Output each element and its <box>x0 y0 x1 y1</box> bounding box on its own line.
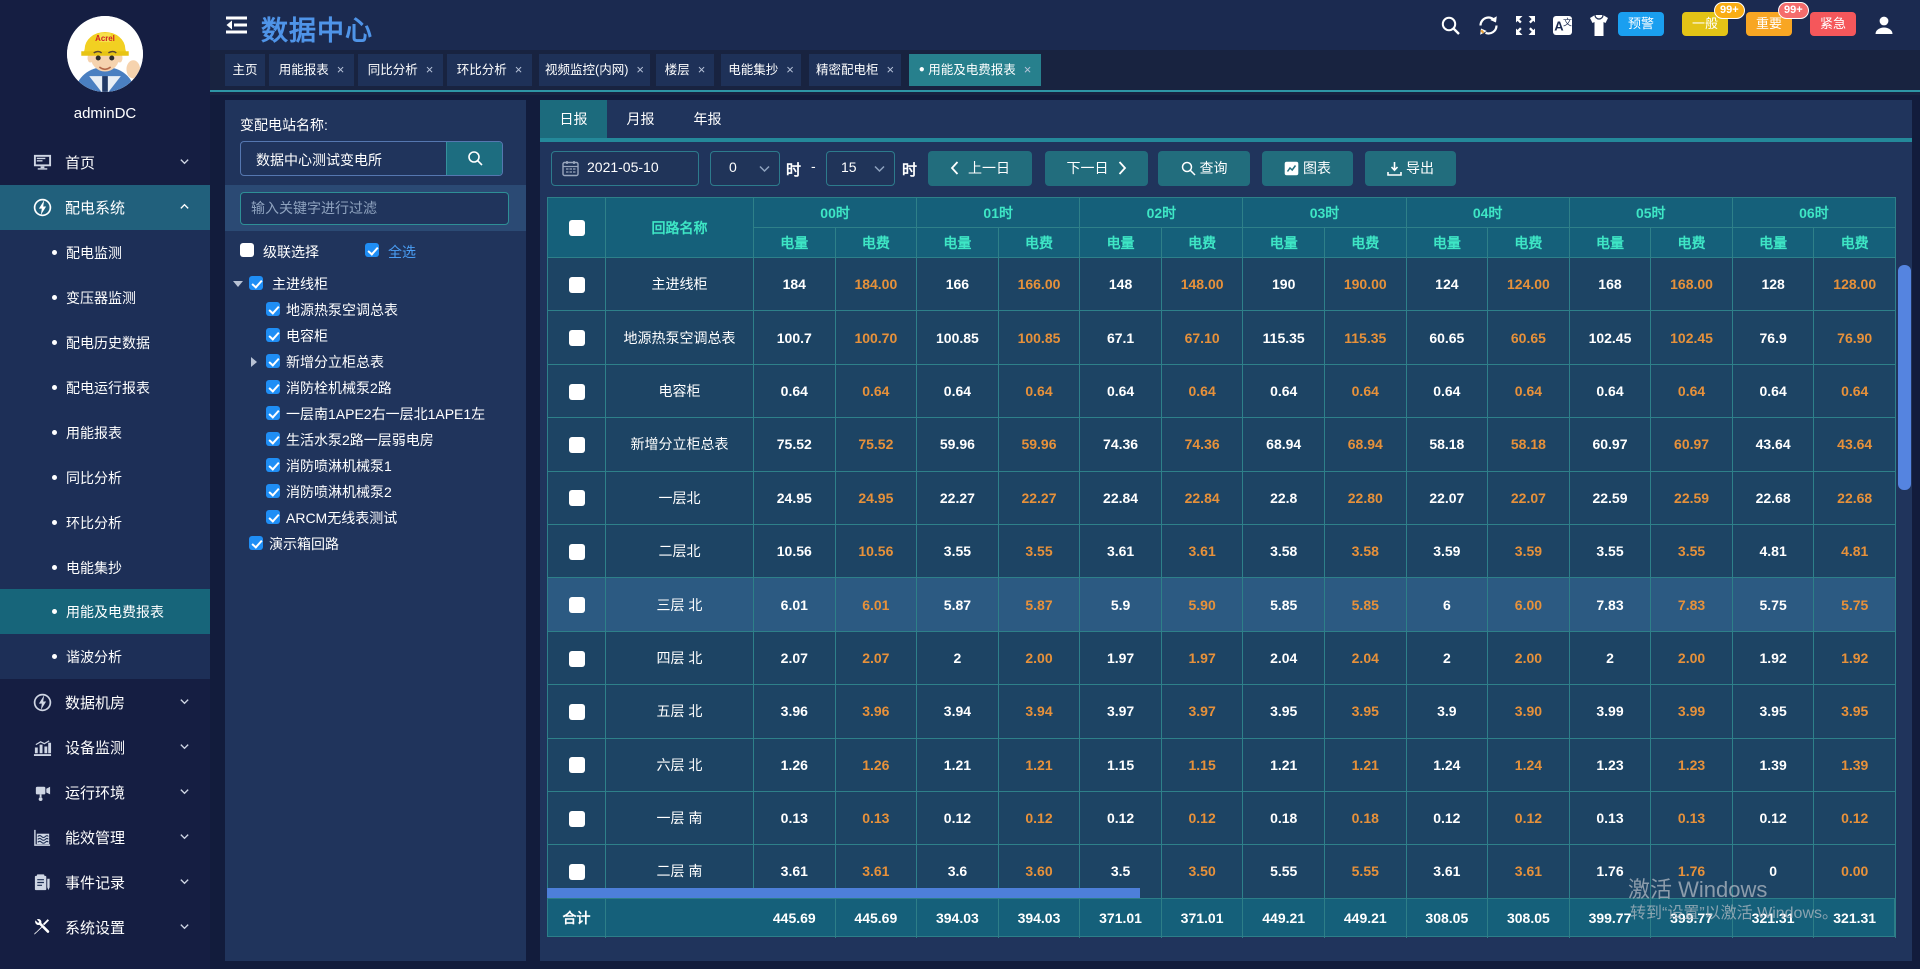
svg-text:文: 文 <box>1563 17 1572 28</box>
svg-text:Acrel: Acrel <box>95 34 115 43</box>
